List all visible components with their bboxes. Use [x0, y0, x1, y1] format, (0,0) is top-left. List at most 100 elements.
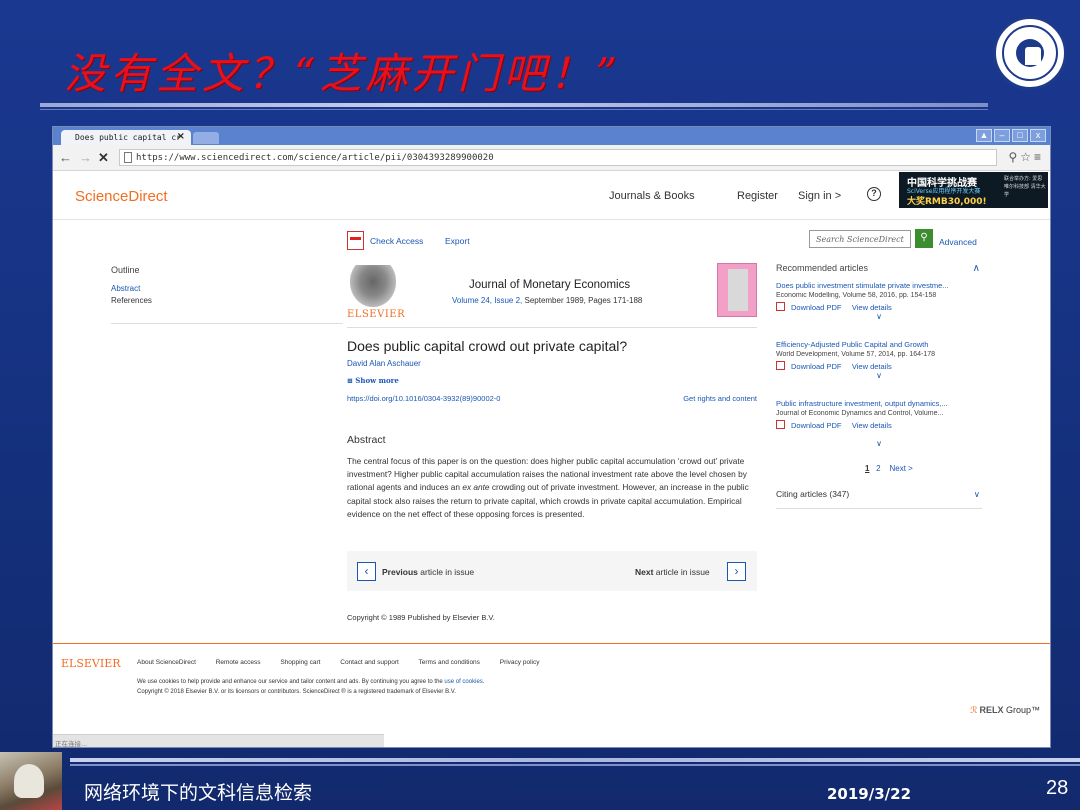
elsevier-tree-logo[interactable]: ELSEVIER: [347, 265, 405, 323]
elsevier-wordmark: ELSEVIER: [347, 309, 406, 320]
footer-link-privacy[interactable]: Privacy policy: [500, 659, 540, 666]
recommended-panel: Recommended articles ∧: [776, 263, 982, 274]
campus-photo: [0, 752, 62, 810]
chevron-down-icon[interactable]: ∨: [776, 439, 982, 448]
advanced-search-link[interactable]: Advanced: [939, 237, 977, 247]
sciencedirect-logo[interactable]: ScienceDirect: [75, 188, 168, 205]
cookies-link[interactable]: use of cookies.: [444, 679, 484, 685]
ad-sponsors: 联合举办方: 爱思唯尔科技部 清华大学: [1004, 176, 1046, 198]
navigation-bar: ← → ✕ https://www.sciencedirect.com/scie…: [53, 145, 1050, 171]
abstract-text: The central focus of this paper is on th…: [347, 456, 749, 519]
chevron-down-icon[interactable]: ∨: [776, 312, 982, 321]
slide-date: 2019/3/22: [827, 785, 912, 803]
chevron-down-icon[interactable]: ∨: [776, 371, 982, 380]
pdf-icon: [776, 361, 785, 370]
check-access-link[interactable]: Check Access: [370, 236, 423, 246]
footer-link-contact[interactable]: Contact and support: [340, 659, 399, 666]
minimize-button[interactable]: –: [994, 129, 1010, 142]
view-details-link[interactable]: View details: [852, 421, 892, 430]
search-icon[interactable]: ⚲: [915, 229, 933, 248]
outline-item-references[interactable]: References: [111, 296, 341, 305]
recommended-heading: Recommended articles: [776, 263, 869, 273]
volume-issue-link[interactable]: Volume 24, Issue 2,: [452, 296, 522, 305]
chevron-left-icon[interactable]: ‹: [357, 562, 376, 581]
recommended-item: Efficiency-Adjusted Public Capital and G…: [776, 340, 982, 380]
stop-loading-icon[interactable]: ✕: [98, 150, 109, 166]
chevron-right-icon[interactable]: ›: [727, 562, 746, 581]
download-pdf-link[interactable]: Download PDF: [791, 421, 841, 430]
export-link[interactable]: Export: [445, 236, 470, 246]
chevron-down-icon[interactable]: ∨: [974, 489, 980, 500]
back-icon[interactable]: ←: [59, 150, 72, 165]
outline-heading: Outline: [111, 265, 140, 275]
rights-link[interactable]: Get rights and content: [683, 394, 757, 403]
ad-line3: 大奖RMB30,000!: [907, 197, 987, 207]
journal-cover-image[interactable]: [717, 263, 757, 317]
citing-articles-label: Citing articles (347): [776, 489, 850, 499]
sciencedirect-header: ScienceDirect Journals & Books Register …: [53, 172, 1050, 220]
footer-notice: We use cookies to help provide and enhan…: [137, 677, 484, 697]
next-article-link[interactable]: Next article in issue: [635, 567, 710, 577]
footer-link-remote-access[interactable]: Remote access: [216, 659, 261, 666]
user-icon[interactable]: ▲: [976, 129, 992, 142]
zoom-bookmark-menu-icons[interactable]: ⚲☆≡: [1008, 150, 1044, 164]
close-icon[interactable]: ×: [177, 131, 185, 142]
volume-info: Volume 24, Issue 2, September 1989, Page…: [452, 296, 642, 305]
relx-mark-icon: ℛ: [970, 705, 978, 715]
search-input[interactable]: Search ScienceDirect: [809, 230, 911, 248]
recommended-title-link[interactable]: Does public investment stimulate private…: [776, 281, 982, 290]
view-details-link[interactable]: View details: [852, 362, 892, 371]
university-seal-icon: [993, 16, 1067, 90]
footer-elsevier-logo[interactable]: ELSEVIER: [61, 657, 121, 670]
footer-divider: [53, 643, 1050, 644]
browser-window: Does public capital cr × ▲ – □ x ← → ✕ h…: [52, 126, 1051, 748]
issue-navigation: ‹ Previous article in issue Next article…: [347, 551, 757, 591]
title-underline: [40, 103, 988, 107]
author-link[interactable]: David Alan Aschauer: [347, 359, 421, 368]
recommended-expand: ∨: [776, 439, 982, 448]
view-details-link[interactable]: View details: [852, 303, 892, 312]
window-close-button[interactable]: x: [1030, 129, 1046, 142]
footer-link-about[interactable]: About ScienceDirect: [137, 659, 196, 666]
recommended-title-link[interactable]: Public infrastructure investment, output…: [776, 399, 982, 408]
title-underline-thin: [40, 109, 988, 110]
footer-link-terms[interactable]: Terms and conditions: [419, 659, 480, 666]
article-title: Does public capital crowd out private ca…: [347, 338, 628, 354]
window-controls: ▲ – □ x: [976, 129, 1046, 142]
nav-journals-books[interactable]: Journals & Books: [609, 190, 695, 202]
next-page-link[interactable]: Next >: [889, 464, 912, 473]
footer-rule: [70, 758, 1080, 768]
footer-links: About ScienceDirect Remote access Shoppi…: [137, 659, 557, 666]
previous-article-link[interactable]: Previous article in issue: [382, 567, 474, 577]
page-1-link[interactable]: 1: [865, 464, 869, 473]
doi-link[interactable]: https://doi.org/10.1016/0304-3932(89)900…: [347, 394, 500, 403]
pdf-icon[interactable]: [347, 231, 364, 250]
recommended-meta: Journal of Economic Dynamics and Control…: [776, 410, 944, 417]
footer-copyright: Copyright © 2018 Elsevier B.V. or its li…: [137, 689, 456, 695]
new-tab-button[interactable]: [193, 132, 219, 144]
relx-logo[interactable]: ℛ RELX Group™: [970, 705, 1040, 716]
maximize-button[interactable]: □: [1012, 129, 1028, 142]
browser-tab[interactable]: Does public capital cr ×: [61, 130, 191, 145]
recommended-title-link[interactable]: Efficiency-Adjusted Public Capital and G…: [776, 340, 982, 349]
outline-divider: [111, 323, 343, 324]
page-icon: [124, 152, 132, 163]
page-2-link[interactable]: 2: [876, 464, 880, 473]
address-bar[interactable]: https://www.sciencedirect.com/science/ar…: [119, 149, 997, 166]
nav-register[interactable]: Register: [737, 190, 778, 202]
chevron-up-icon[interactable]: ∧: [973, 263, 980, 274]
help-icon[interactable]: ?: [867, 187, 881, 201]
footer-link-shopping-cart[interactable]: Shopping cart: [280, 659, 320, 666]
outline-item-abstract[interactable]: Abstract: [111, 284, 341, 293]
citing-articles[interactable]: Citing articles (347) ∨: [776, 489, 982, 499]
download-pdf-link[interactable]: Download PDF: [791, 362, 841, 371]
journal-title[interactable]: Journal of Monetary Economics: [469, 279, 630, 291]
download-pdf-link[interactable]: Download PDF: [791, 303, 841, 312]
recommended-meta: Economic Modelling, Volume 58, 2016, pp.…: [776, 292, 937, 299]
ad-banner[interactable]: 中国科学挑战赛 SciVerse应用程序开发大赛 大奖RMB30,000! 联合…: [899, 172, 1048, 208]
cookie-notice: We use cookies to help provide and enhan…: [137, 679, 445, 685]
slide-title: 没有全文？“芝麻开门吧！”: [64, 49, 621, 98]
show-more-toggle[interactable]: ⊞ Show more: [347, 376, 399, 385]
forward-icon[interactable]: →: [79, 150, 92, 165]
nav-sign-in[interactable]: Sign in >: [798, 190, 841, 202]
